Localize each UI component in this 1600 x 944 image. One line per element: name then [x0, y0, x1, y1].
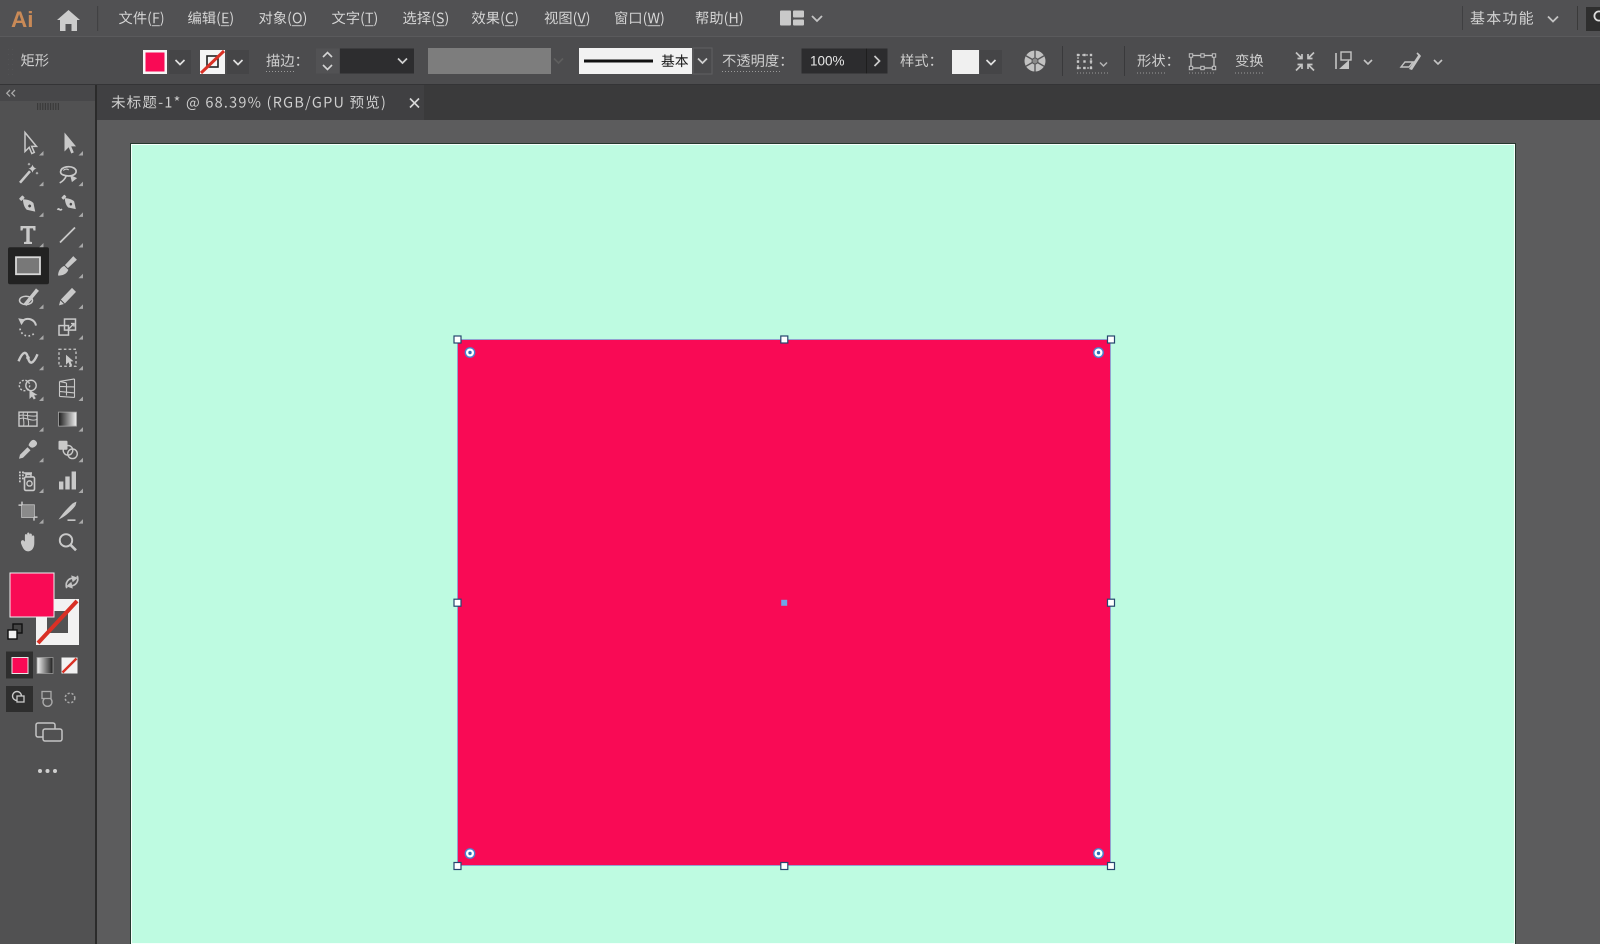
- svg-text:100%: 100%: [810, 54, 845, 69]
- svg-text:Ai: Ai: [11, 7, 34, 32]
